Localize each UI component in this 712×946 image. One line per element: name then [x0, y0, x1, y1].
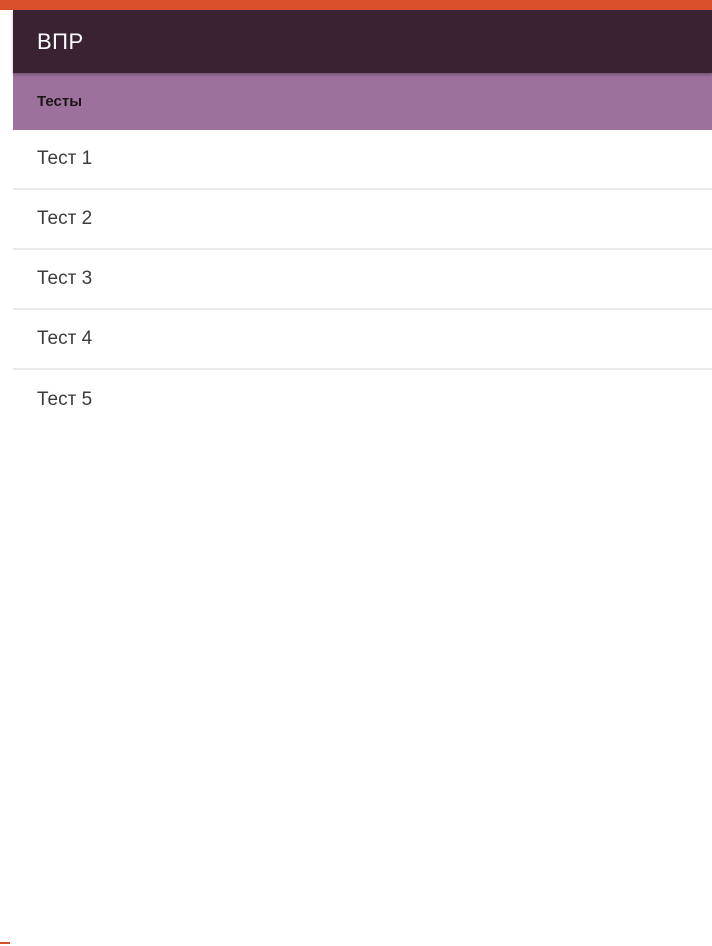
list-item-test-3[interactable]: Тест 3: [13, 250, 712, 310]
list-item-test-4[interactable]: Тест 4: [13, 310, 712, 370]
list-item-label: Тест 3: [37, 268, 93, 289]
list-item-label: Тест 5: [37, 389, 93, 410]
tests-list: Тест 1 Тест 2 Тест 3 Тест 4 Тест 5: [13, 130, 712, 430]
app-title: ВПР: [37, 28, 84, 54]
app-screen: ВПР Тесты Тест 1 Тест 2 Тест 3 Тест 4 Те…: [13, 10, 712, 946]
section-header-tests: Тесты: [13, 73, 712, 130]
slide-accent-mark: [0, 942, 10, 944]
slide-accent-bar: [0, 0, 712, 10]
list-item-label: Тест 2: [37, 208, 93, 229]
list-item-test-2[interactable]: Тест 2: [13, 190, 712, 250]
section-title: Тесты: [37, 93, 83, 110]
list-item-label: Тест 4: [37, 328, 93, 349]
list-item-test-1[interactable]: Тест 1: [13, 130, 712, 190]
list-item-test-5[interactable]: Тест 5: [13, 370, 712, 430]
list-item-label: Тест 1: [37, 148, 93, 169]
app-bar: ВПР: [13, 10, 712, 73]
